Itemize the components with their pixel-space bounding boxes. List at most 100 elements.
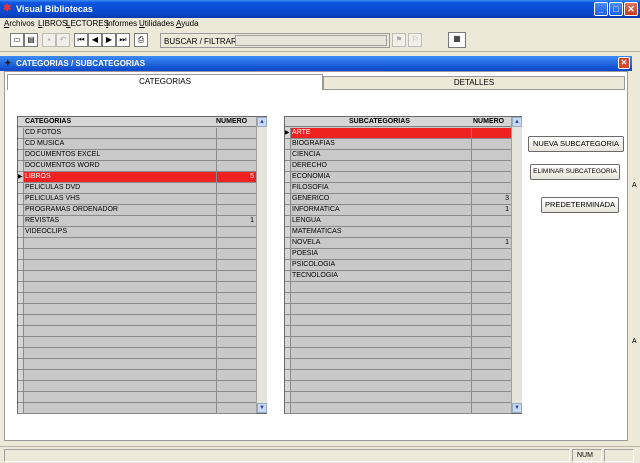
table-row[interactable]: POESIA <box>285 249 511 260</box>
table-row[interactable]: NOVELA 1 <box>285 238 511 249</box>
table-row[interactable]: CD FOTOS <box>18 128 256 139</box>
table-row[interactable]: ECONOMIA <box>285 172 511 183</box>
row-selector[interactable] <box>285 216 291 226</box>
row-selector[interactable] <box>285 238 291 248</box>
table-row[interactable] <box>18 403 256 414</box>
table-row[interactable] <box>285 348 511 359</box>
table-row[interactable]: REVISTAS 1 <box>18 216 256 227</box>
row-selector[interactable] <box>18 183 24 193</box>
tab-categorias[interactable]: CATEGORIAS <box>7 74 323 90</box>
row-selector[interactable] <box>18 238 24 248</box>
table-row[interactable] <box>18 359 256 370</box>
minimize-button[interactable]: _ <box>594 2 608 16</box>
row-selector[interactable] <box>18 128 24 138</box>
table-row[interactable] <box>18 381 256 392</box>
row-selector[interactable] <box>18 326 24 336</box>
row-selector[interactable] <box>285 260 291 270</box>
search-input[interactable] <box>235 35 387 46</box>
table-row[interactable] <box>18 304 256 315</box>
new-document-icon[interactable]: ▭ <box>10 33 24 47</box>
child-close-button[interactable]: ✕ <box>618 57 630 69</box>
row-selector[interactable] <box>285 370 291 380</box>
save-icon[interactable]: ▪ <box>42 33 56 47</box>
row-selector[interactable] <box>18 271 24 281</box>
row-selector[interactable] <box>285 161 291 171</box>
subcategories-grid[interactable]: SUBCATEGORIAS NUMERO ▲ ▼ ▶ ARTE BIOGRAFIAS… <box>284 116 522 414</box>
row-selector[interactable] <box>18 260 24 270</box>
table-row[interactable]: PSICOLOGIA <box>285 260 511 271</box>
table-row[interactable] <box>285 370 511 381</box>
next-record-icon[interactable]: ▶ <box>102 33 116 47</box>
table-row[interactable] <box>18 238 256 249</box>
table-row[interactable]: INFORMATICA 1 <box>285 205 511 216</box>
row-selector[interactable] <box>285 194 291 204</box>
row-selector[interactable] <box>18 139 24 149</box>
row-selector[interactable] <box>285 205 291 215</box>
scroll-up-icon[interactable]: ▲ <box>512 117 522 127</box>
row-selector[interactable] <box>18 304 24 314</box>
row-selector[interactable] <box>18 392 24 402</box>
row-selector[interactable] <box>18 282 24 292</box>
new-subcategory-button[interactable]: NUEVA SUBCATEGORIA <box>528 136 624 152</box>
row-selector[interactable] <box>285 150 291 160</box>
row-selector[interactable] <box>285 403 291 413</box>
table-row[interactable]: LENGUA <box>285 216 511 227</box>
table-row[interactable] <box>285 392 511 403</box>
row-selector[interactable] <box>285 183 291 193</box>
scroll-down-icon[interactable]: ▼ <box>257 403 267 413</box>
close-button[interactable]: ✕ <box>624 2 638 16</box>
table-row[interactable] <box>285 315 511 326</box>
subcategories-scrollbar[interactable]: ▲ ▼ <box>511 117 522 413</box>
row-selector[interactable]: ▶ <box>285 128 291 138</box>
categories-scrollbar[interactable]: ▲ ▼ <box>256 117 267 413</box>
menu-lectores[interactable]: LECTORES <box>66 19 109 28</box>
row-selector[interactable] <box>18 227 24 237</box>
table-row[interactable]: PROGRAMAS ORDENADOR <box>18 205 256 216</box>
table-row[interactable]: DOCUMENTOS EXCEL <box>18 150 256 161</box>
row-selector[interactable] <box>18 150 24 160</box>
menu-informes[interactable]: Informes <box>106 19 137 28</box>
scroll-down-icon[interactable]: ▼ <box>512 403 522 413</box>
table-row[interactable] <box>285 304 511 315</box>
calculator-icon[interactable]: ▦ <box>448 32 466 48</box>
last-record-icon[interactable]: ⏭ <box>116 33 130 47</box>
row-selector[interactable] <box>285 348 291 358</box>
row-selector[interactable] <box>285 359 291 369</box>
table-row[interactable]: TECNOLOGIA <box>285 271 511 282</box>
row-selector[interactable] <box>285 271 291 281</box>
table-row[interactable]: ▶ LIBROS 5 <box>18 172 256 183</box>
delete-subcategory-button[interactable]: ELIMINAR SUBCATEGORIA <box>530 164 620 180</box>
row-selector[interactable] <box>285 293 291 303</box>
previous-record-icon[interactable]: ◀ <box>88 33 102 47</box>
table-row[interactable] <box>285 326 511 337</box>
table-row[interactable] <box>18 337 256 348</box>
row-selector[interactable] <box>285 282 291 292</box>
row-selector[interactable] <box>18 194 24 204</box>
row-selector[interactable] <box>18 381 24 391</box>
row-selector[interactable] <box>18 216 24 226</box>
table-row[interactable]: FILOSOFIA <box>285 183 511 194</box>
row-selector[interactable] <box>285 315 291 325</box>
row-selector[interactable] <box>285 304 291 314</box>
row-selector[interactable] <box>285 227 291 237</box>
table-row[interactable] <box>18 370 256 381</box>
form-icon[interactable]: ▤ <box>24 33 38 47</box>
table-row[interactable] <box>18 326 256 337</box>
row-selector[interactable] <box>18 337 24 347</box>
scroll-up-icon[interactable]: ▲ <box>257 117 267 127</box>
menu-utilidades[interactable]: Utilidades <box>139 19 174 28</box>
row-selector[interactable] <box>285 172 291 182</box>
row-selector[interactable] <box>18 359 24 369</box>
row-selector[interactable]: ▶ <box>18 172 24 182</box>
row-selector[interactable] <box>18 161 24 171</box>
table-row[interactable]: CIENCIA <box>285 150 511 161</box>
tab-detalles[interactable]: DETALLES <box>323 76 625 90</box>
row-selector[interactable] <box>285 337 291 347</box>
categories-grid[interactable]: CATEGORIAS NUMERO ▲ ▼ CD FOTOS CD MUSICA D… <box>17 116 267 414</box>
row-selector[interactable] <box>18 293 24 303</box>
menu-libros[interactable]: LIBROS <box>38 19 67 28</box>
table-row[interactable]: VIDEOCLIPS <box>18 227 256 238</box>
row-selector[interactable] <box>285 249 291 259</box>
table-row[interactable]: GENERICO 3 <box>285 194 511 205</box>
table-row[interactable]: MATEMATICAS <box>285 227 511 238</box>
